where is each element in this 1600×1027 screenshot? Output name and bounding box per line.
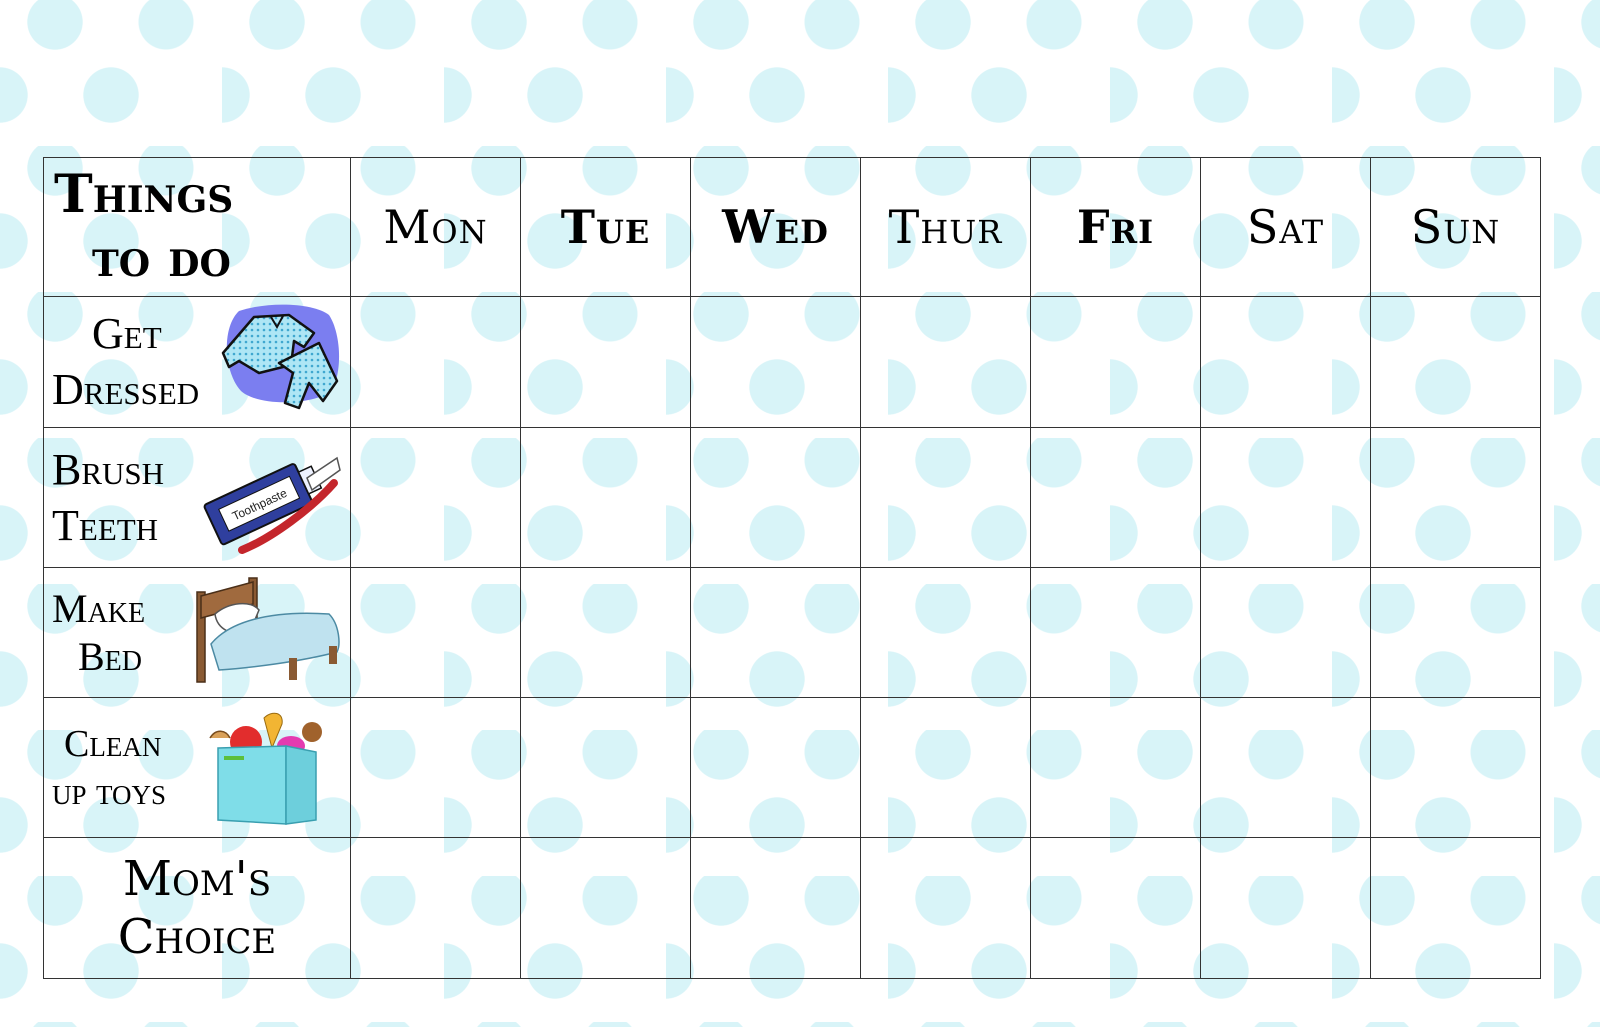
task-label-line-2: Dressed — [52, 365, 200, 414]
task-label: Make Bed — [52, 585, 145, 681]
check-cell-thur[interactable] — [860, 837, 1031, 979]
check-cell-thur[interactable] — [860, 296, 1031, 428]
task-label-line-1: Make — [52, 585, 146, 631]
check-cell-sat[interactable] — [1200, 837, 1371, 979]
task-label-line-1: Brush — [52, 444, 165, 494]
check-cell-sat[interactable] — [1200, 296, 1371, 428]
check-cell-fri[interactable] — [1030, 567, 1201, 698]
check-cell-fri[interactable] — [1030, 296, 1201, 428]
day-header-tue: Tue — [520, 157, 691, 297]
toy-box-icon — [209, 712, 322, 825]
check-cell-tue[interactable] — [520, 697, 691, 838]
task-label-line-2: Teeth — [52, 500, 159, 550]
check-cell-mon[interactable] — [350, 837, 521, 979]
check-cell-sun[interactable] — [1370, 837, 1541, 979]
toothpaste-toothbrush-icon: Toothpaste — [203, 456, 341, 554]
check-cell-sat[interactable] — [1200, 427, 1371, 568]
check-cell-wed[interactable] — [690, 837, 861, 979]
task-label-cell: Brush Teeth Toothpaste — [43, 427, 351, 568]
day-header-thur: Thur — [860, 157, 1031, 297]
task-row-moms-choice: Mom's Choice — [43, 837, 1541, 979]
task-label-line-2: up toys — [52, 770, 167, 813]
task-label: Brush Teeth — [52, 442, 164, 554]
check-cell-mon[interactable] — [350, 567, 521, 698]
check-cell-tue[interactable] — [520, 296, 691, 428]
check-cell-wed[interactable] — [690, 697, 861, 838]
chart-title: Things to do — [43, 157, 351, 297]
task-label-cell: Get Dressed — [43, 296, 351, 428]
day-header-wed: Wed — [690, 157, 861, 297]
task-label-cell: Mom's Choice — [43, 837, 351, 979]
check-cell-sun[interactable] — [1370, 567, 1541, 698]
header-row: Things to do Mon Tue Wed Thur Fri Sat Su… — [43, 157, 1541, 297]
day-header-mon: Mon — [350, 157, 521, 297]
task-label: Clean up toys — [52, 720, 166, 816]
task-row-clean-up-toys: Clean up toys — [43, 697, 1541, 838]
check-cell-sun[interactable] — [1370, 697, 1541, 838]
task-label-line-1: Get — [92, 309, 162, 358]
day-header-fri: Fri — [1030, 157, 1201, 297]
check-cell-sun[interactable] — [1370, 427, 1541, 568]
day-header-sat: Sat — [1200, 157, 1371, 297]
task-row-get-dressed: Get Dressed — [43, 296, 1541, 428]
check-cell-wed[interactable] — [690, 296, 861, 428]
check-cell-sat[interactable] — [1200, 567, 1371, 698]
task-label: Get Dressed — [52, 306, 199, 418]
check-cell-mon[interactable] — [350, 427, 521, 568]
task-label-line-1: Clean — [64, 722, 162, 765]
chore-chart-table: Things to do Mon Tue Wed Thur Fri Sat Su… — [43, 157, 1541, 979]
day-header-sun: Sun — [1370, 157, 1541, 297]
check-cell-thur[interactable] — [860, 697, 1031, 838]
task-label-cell: Clean up toys — [43, 697, 351, 838]
check-cell-thur[interactable] — [860, 427, 1031, 568]
check-cell-thur[interactable] — [860, 567, 1031, 698]
task-row-make-bed: Make Bed — [43, 567, 1541, 698]
pajamas-icon — [221, 304, 340, 410]
check-cell-wed[interactable] — [690, 567, 861, 698]
check-cell-wed[interactable] — [690, 427, 861, 568]
bed-icon — [196, 577, 340, 683]
check-cell-mon[interactable] — [350, 697, 521, 838]
check-cell-fri[interactable] — [1030, 427, 1201, 568]
check-cell-mon[interactable] — [350, 296, 521, 428]
check-cell-tue[interactable] — [520, 567, 691, 698]
check-cell-tue[interactable] — [520, 427, 691, 568]
title-line-2: to do — [92, 228, 231, 289]
task-label-line-1: Mom's — [122, 851, 272, 907]
task-label-line-2: Choice — [117, 909, 277, 965]
task-row-brush-teeth: Brush Teeth Toothpaste — [43, 427, 1541, 568]
check-cell-tue[interactable] — [520, 837, 691, 979]
title-line-1: Things — [54, 164, 234, 225]
task-label-cell: Make Bed — [43, 567, 351, 698]
check-cell-fri[interactable] — [1030, 697, 1201, 838]
check-cell-fri[interactable] — [1030, 837, 1201, 979]
task-label-line-2: Bed — [78, 633, 143, 679]
check-cell-sun[interactable] — [1370, 296, 1541, 428]
check-cell-sat[interactable] — [1200, 697, 1371, 838]
